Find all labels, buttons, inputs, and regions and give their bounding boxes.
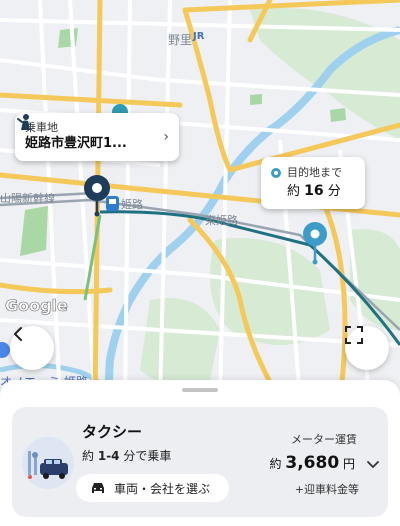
wait-suffix: 分で乗車 bbox=[123, 449, 172, 463]
eta-minutes: 16 bbox=[304, 183, 324, 199]
select-vehicle-label: 車両・会社を選ぶ bbox=[114, 481, 211, 496]
destination-dot-icon bbox=[271, 168, 281, 178]
select-vehicle-button[interactable]: 車両・会社を選ぶ bbox=[76, 474, 229, 502]
fare-label: メーター運賃 bbox=[291, 433, 357, 446]
pickup-caption: 乗車地 bbox=[25, 121, 58, 134]
fare-value: 約 3,680 円 bbox=[270, 453, 355, 473]
expand-icon bbox=[345, 326, 363, 344]
google-attribution: Google bbox=[5, 296, 69, 316]
back-button[interactable] bbox=[10, 326, 54, 370]
pickup-address: 姫路市豊沢町1... bbox=[25, 136, 127, 151]
eta-card: 目的地まで 約 16 分 bbox=[261, 157, 365, 209]
fullscreen-button[interactable] bbox=[345, 326, 389, 370]
bottom-sheet[interactable]: タクシー 約 1-4 分で乗車 車両・会社を選ぶ メーター運賃 約 3,680 … bbox=[0, 380, 400, 526]
fare-extra: +迎車料金等 bbox=[294, 483, 359, 496]
pickup-pin[interactable] bbox=[84, 175, 110, 217]
eta-unit: 分 bbox=[327, 184, 341, 199]
eta-prefix: 約 bbox=[287, 184, 301, 199]
taxi-illustration bbox=[22, 437, 74, 489]
taxi-option-card[interactable]: タクシー 約 1-4 分で乗車 車両・会社を選ぶ メーター運賃 約 3,680 … bbox=[12, 407, 388, 517]
pickup-wait-time: 約 1-4 分で乗車 bbox=[82, 447, 171, 464]
person-wave-icon bbox=[17, 114, 30, 130]
drag-handle[interactable] bbox=[182, 388, 218, 392]
map-label-higashi-himeji: 東姫路 bbox=[205, 214, 238, 227]
wait-prefix: 約 bbox=[82, 449, 95, 463]
map-label-himeji: 姫路 bbox=[121, 198, 143, 211]
chevron-down-icon[interactable] bbox=[366, 457, 380, 471]
fare-prefix: 約 bbox=[269, 457, 282, 471]
service-name: タクシー bbox=[82, 423, 143, 441]
chevron-right-icon: › bbox=[163, 129, 169, 145]
eta-label: 目的地まで bbox=[287, 166, 342, 179]
map-label-nozato: 野里 bbox=[168, 33, 193, 47]
fare-unit: 円 bbox=[342, 457, 355, 471]
chevron-left-icon bbox=[14, 327, 22, 341]
fare-amount: 3,680 bbox=[285, 453, 340, 473]
pickup-location-card[interactable]: 乗車地 姫路市豊沢町1... › bbox=[15, 113, 179, 161]
map-label-jr: JR bbox=[193, 31, 205, 42]
wait-range: 1-4 bbox=[97, 449, 120, 463]
map-label-sanyo-shinkansen: 山陽新幹線 bbox=[0, 192, 55, 205]
map-view[interactable]: 野里 JR 山陽新幹線 姫路 東姫路 オノエーミ 姫路 乗車地 姫路市豊沢町1.… bbox=[0, 0, 400, 400]
car-icon bbox=[92, 483, 104, 493]
